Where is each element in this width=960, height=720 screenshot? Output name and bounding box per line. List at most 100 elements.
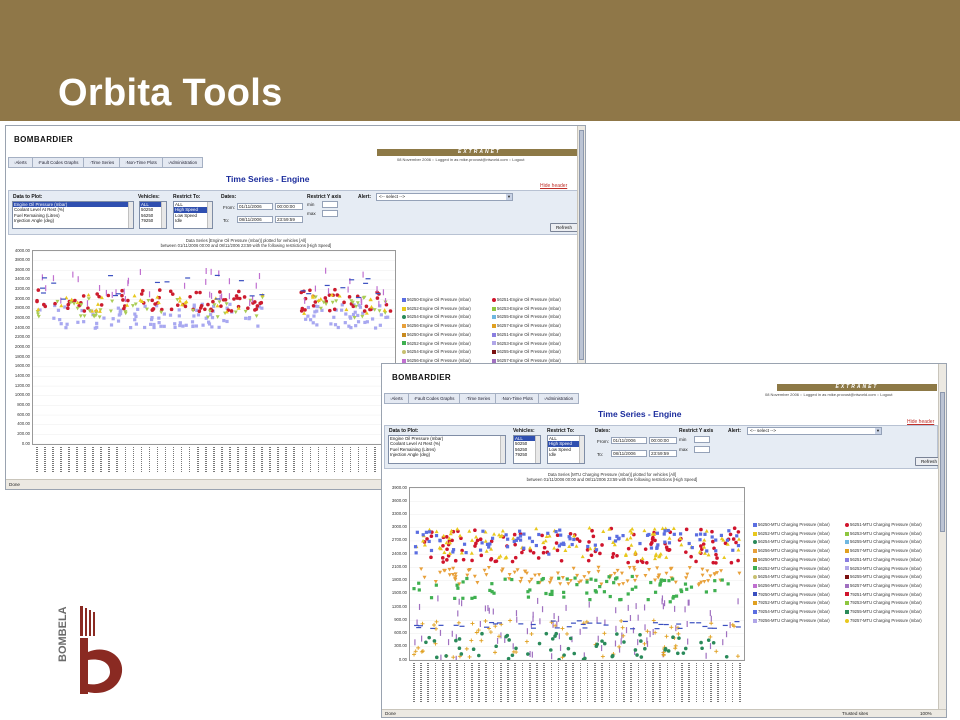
- alert-select[interactable]: <-- select --> ▼: [376, 193, 513, 201]
- from-time-field[interactable]: 00:00:00: [649, 437, 677, 444]
- min-label: min: [307, 202, 315, 207]
- data-point: [565, 577, 569, 581]
- data-point: [558, 528, 562, 532]
- data-point: [614, 640, 617, 647]
- vehicles-list[interactable]: ALL 50250 56250 79250: [139, 201, 167, 229]
- tab-non-time-plots[interactable]: Non-Time Plots: [495, 393, 538, 404]
- data-point: [332, 315, 336, 319]
- hide-header-link[interactable]: Hide header: [540, 183, 567, 189]
- data-point: [685, 587, 689, 591]
- y-tick-label: 2800.00: [14, 305, 30, 311]
- to-time-field[interactable]: 23:59:59: [649, 450, 677, 457]
- scrollbar-thumb[interactable]: [579, 130, 584, 360]
- legend-item: 56254-MTU Charging Pressure (mbar): [753, 539, 830, 544]
- data-point: [512, 532, 517, 537]
- to-time-field[interactable]: 23:59:59: [275, 216, 303, 223]
- data-point: [429, 596, 434, 600]
- data-point: [709, 643, 712, 650]
- list-scrollbar[interactable]: [207, 202, 212, 228]
- tab-time-series[interactable]: Time Series: [459, 393, 496, 404]
- chevron-down-icon[interactable]: ▼: [875, 428, 881, 434]
- chevron-down-icon[interactable]: ▼: [506, 194, 512, 200]
- legend-label: 56253-MTU Charging Pressure (mbar): [850, 530, 922, 536]
- data-point: [598, 551, 602, 556]
- scrollbar-thumb[interactable]: [940, 392, 945, 532]
- login-info[interactable]: 08 November 2006 :: Logged in as mike.pr…: [397, 157, 524, 162]
- data-point: [177, 295, 182, 300]
- tab-alerts[interactable]: Alerts: [8, 157, 32, 168]
- list-scrollbar[interactable]: [500, 436, 505, 463]
- tab-administration[interactable]: Administration: [161, 157, 204, 168]
- data-point: [244, 316, 248, 320]
- data-point: [559, 644, 562, 651]
- data-point: [59, 303, 64, 308]
- data-point: [635, 603, 637, 610]
- list-item[interactable]: Injection Angle (deg): [389, 452, 505, 457]
- restrict-to-list[interactable]: ALL High Speed Low Speed Idle: [173, 201, 213, 229]
- refresh-button[interactable]: Refresh: [550, 223, 578, 232]
- y-max-field[interactable]: [694, 446, 710, 453]
- list-item[interactable]: Injection Angle (deg): [13, 218, 133, 223]
- data-point: [300, 306, 305, 311]
- restrict-to-list[interactable]: ALL High Speed Low Speed Idle: [547, 435, 585, 464]
- data-point: [666, 649, 671, 653]
- data-point: [615, 625, 617, 632]
- list-scrollbar[interactable]: [579, 436, 584, 463]
- vehicles-list[interactable]: ALL 50250 56250 79250: [513, 435, 541, 464]
- data-point: [507, 638, 511, 642]
- data-point: [66, 306, 70, 311]
- data-point: [536, 556, 541, 560]
- data-point: [659, 578, 663, 582]
- y-tick-label: 0.00: [398, 656, 407, 662]
- tab-time-series[interactable]: Time Series: [83, 157, 120, 168]
- data-point: [555, 548, 560, 553]
- tab-non-time-plots[interactable]: Non-Time Plots: [119, 157, 162, 168]
- data-point: [520, 550, 524, 555]
- data-point: [706, 552, 711, 557]
- data-point: [454, 638, 458, 643]
- from-date-field[interactable]: 01/11/2006: [611, 437, 647, 444]
- data-point: [154, 281, 160, 284]
- y-min-field[interactable]: [694, 436, 710, 443]
- tab-fault-codes-graphs[interactable]: Fault Codes Graphs: [31, 157, 84, 168]
- y-max-field[interactable]: [322, 210, 338, 217]
- data-point: [685, 572, 690, 577]
- data-point: [687, 541, 691, 546]
- data-point: [477, 653, 481, 658]
- alert-select[interactable]: <-- select --> ▼: [747, 427, 882, 435]
- x-tick-label: [357, 447, 360, 473]
- data-to-plot-list[interactable]: Engine Oil Pressure (mbar) Coolant Level…: [12, 201, 134, 229]
- to-date-field[interactable]: 08/11/2006: [237, 216, 273, 223]
- data-point: [575, 537, 580, 541]
- data-point: [150, 298, 154, 303]
- x-tick-label: [237, 447, 239, 473]
- legend-label: 56253-MTU Charging Pressure (mbar): [850, 565, 922, 571]
- tab-fault-codes-graphs[interactable]: Fault Codes Graphs: [407, 393, 460, 404]
- zoom-level[interactable]: 100%: [920, 711, 932, 716]
- data-point: [184, 323, 188, 327]
- from-date-field[interactable]: 01/11/2006: [237, 203, 273, 210]
- x-tick-label: [731, 663, 734, 703]
- list-scrollbar[interactable]: [161, 202, 166, 228]
- login-info[interactable]: 08 November 2006 :: Logged in as mike.pr…: [765, 392, 892, 397]
- vertical-scrollbar[interactable]: [938, 364, 946, 709]
- data-point: [736, 530, 741, 534]
- tab-alerts[interactable]: Alerts: [384, 393, 408, 404]
- list-scrollbar[interactable]: [128, 202, 133, 228]
- data-point: [210, 325, 214, 329]
- y-min-field[interactable]: [322, 201, 338, 208]
- data-point: [537, 597, 539, 604]
- data-point: [519, 576, 524, 581]
- list-scrollbar[interactable]: [535, 436, 540, 463]
- to-date-field[interactable]: 08/11/2006: [611, 450, 647, 457]
- data-point: [737, 571, 742, 576]
- data-point: [365, 278, 371, 280]
- data-point: [687, 599, 689, 606]
- tab-administration[interactable]: Administration: [537, 393, 580, 404]
- x-tick-label: [413, 663, 415, 703]
- data-point: [451, 548, 456, 552]
- data-to-plot-list[interactable]: Engine Oil Pressure (mbar) Coolant Level…: [388, 435, 506, 464]
- from-time-field[interactable]: 00:00:00: [275, 203, 303, 210]
- data-point: [136, 307, 140, 311]
- data-point: [259, 294, 265, 296]
